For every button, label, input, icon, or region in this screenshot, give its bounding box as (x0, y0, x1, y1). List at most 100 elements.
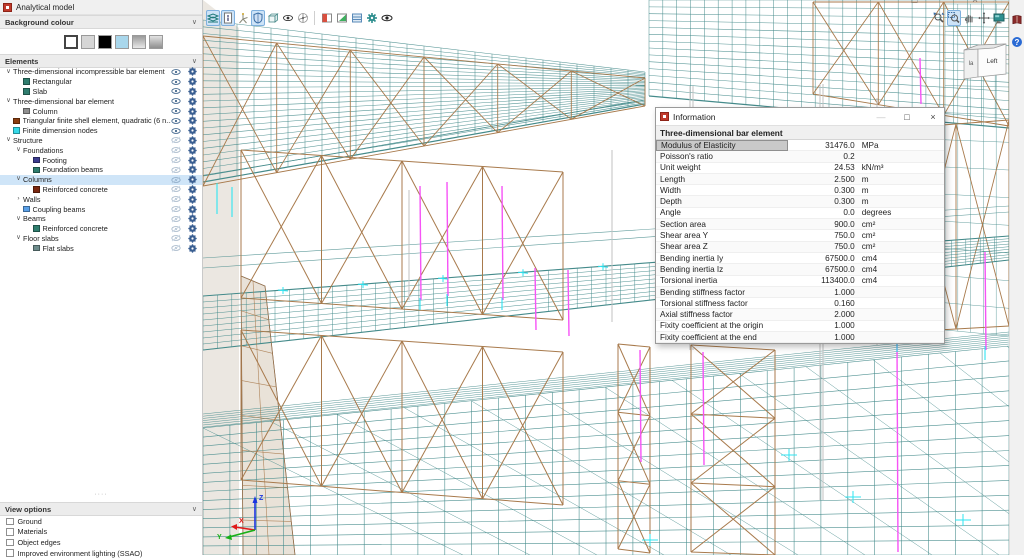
eye-hidden-icon[interactable] (171, 225, 181, 233)
property-row-shear-area-z[interactable]: Shear area Z 750.0 cm² (656, 242, 944, 253)
info-page-icon[interactable] (221, 10, 235, 26)
screen-icon[interactable] (992, 10, 1006, 26)
checkbox-unchecked[interactable] (6, 518, 14, 526)
eye-icon[interactable] (171, 127, 181, 135)
gear-icon[interactable] (188, 136, 197, 145)
solid-box-icon[interactable] (266, 10, 280, 26)
gear-icon[interactable] (188, 195, 197, 204)
eye-hidden-icon[interactable] (171, 195, 181, 203)
window-controls-partial[interactable]: □ × (911, 0, 1004, 6)
tree-item-rectangular[interactable]: Rectangular (0, 77, 202, 87)
tree-item-three-dimensional-incompressib[interactable]: ∨Three-dimensional incompressible bar el… (0, 67, 202, 77)
property-row-unit-weight[interactable]: Unit weight 24.53 kN/m³ (656, 163, 944, 174)
tree-item-walls[interactable]: ›Walls (0, 194, 202, 204)
view-options-header[interactable]: View options ∨ (0, 502, 202, 516)
expander-closed-icon[interactable]: › (14, 196, 23, 203)
checkbox-unchecked[interactable] (6, 528, 14, 536)
tree-item-footing[interactable]: Footing (0, 155, 202, 165)
tree-item-reinforced-concrete[interactable]: Reinforced concrete (0, 224, 202, 234)
property-row-bending-inertia-iz[interactable]: Bending inertia Iz 67500.0 cm4 (656, 264, 944, 275)
colour-swatch-black[interactable] (98, 35, 112, 49)
eye-hidden-icon[interactable] (171, 215, 181, 223)
property-row-fixity-coefficient-at-the-origin[interactable]: Fixity coefficient at the origin 1.000 (656, 321, 944, 332)
gear-icon[interactable] (188, 87, 197, 96)
maximize-button[interactable]: □ (896, 109, 918, 125)
tree-item-flat-slabs[interactable]: Flat slabs (0, 243, 202, 253)
expander-open-icon[interactable]: ∨ (14, 216, 23, 223)
property-row-angle[interactable]: Angle 0.0 degrees (656, 208, 944, 219)
gear-icon[interactable] (188, 156, 197, 165)
eye-icon[interactable] (171, 107, 181, 115)
expander-open-icon[interactable]: ∨ (14, 147, 23, 154)
gear-icon[interactable] (188, 214, 197, 223)
eye-hidden-icon[interactable] (171, 205, 181, 213)
property-row-bending-inertia-iy[interactable]: Bending inertia Iy 67500.0 cm4 (656, 253, 944, 264)
eye-icon[interactable] (171, 117, 181, 125)
tree-item-structure[interactable]: ∨Structure (0, 136, 202, 146)
property-row-torsional-stiffness-factor[interactable]: Torsional stiffness factor 0.160 (656, 298, 944, 309)
eye-hidden-icon[interactable] (171, 146, 181, 154)
eye-hidden-icon[interactable] (171, 176, 181, 184)
expander-open-icon[interactable]: ∨ (14, 176, 23, 183)
gear-icon[interactable] (188, 175, 197, 184)
property-row-depth[interactable]: Depth 0.300 m (656, 196, 944, 207)
property-row-torsional-inertia[interactable]: Torsional inertia 113400.0 cm4 (656, 276, 944, 287)
expander-open-icon[interactable]: ∨ (4, 98, 13, 105)
eye-icon[interactable] (171, 87, 181, 95)
tree-item-triangular-finite-shell-elemen[interactable]: Triangular finite shell element, quadrat… (0, 116, 202, 126)
book-icon[interactable] (1010, 12, 1024, 28)
gear-icon[interactable] (188, 244, 197, 253)
eye-hidden-icon[interactable] (171, 244, 181, 252)
tree-item-beams[interactable]: ∨Beams (0, 214, 202, 224)
property-row-shear-area-y[interactable]: Shear area Y 750.0 cm² (656, 230, 944, 241)
eye-hidden-icon[interactable] (171, 166, 181, 174)
close-button[interactable]: × (922, 109, 944, 125)
gear-icon[interactable] (188, 185, 197, 194)
gear-icon[interactable] (188, 165, 197, 174)
panel-splitter[interactable]: ···· (0, 492, 202, 498)
colour-swatch-light-blue[interactable] (115, 35, 129, 49)
colour-swatch-gradient-light-top[interactable] (149, 35, 163, 49)
checkbox-unchecked[interactable] (6, 549, 14, 557)
gear-icon[interactable] (188, 77, 197, 86)
tripod-icon[interactable] (236, 10, 250, 26)
eye-hidden-icon[interactable] (171, 185, 181, 193)
eye-hidden-icon[interactable] (171, 136, 181, 144)
view-cube[interactable]: Left la (958, 37, 1010, 81)
expander-open-icon[interactable]: ∨ (14, 235, 23, 242)
checkbox-unchecked[interactable] (6, 539, 14, 547)
tree-item-column[interactable]: Column (0, 106, 202, 116)
red-panel-icon[interactable] (320, 10, 334, 26)
background-colour-header[interactable]: Background colour ∨ (0, 15, 202, 29)
layers-icon[interactable] (206, 10, 220, 26)
green-panel-icon[interactable] (335, 10, 349, 26)
shield-icon[interactable] (251, 10, 265, 26)
gear-icon[interactable] (188, 67, 197, 76)
gear-icon[interactable] (188, 146, 197, 155)
property-row-axial-stiffness-factor[interactable]: Axial stiffness factor 2.000 (656, 309, 944, 320)
eye-hidden-icon[interactable] (171, 234, 181, 242)
gear-icon[interactable] (188, 205, 197, 214)
move-icon[interactable] (977, 10, 991, 26)
view-option-materials[interactable]: Materials (0, 527, 202, 538)
property-row-section-area[interactable]: Section area 900.0 cm² (656, 219, 944, 230)
minimize-button[interactable]: — (870, 109, 892, 125)
tree-item-slab[interactable]: Slab (0, 87, 202, 97)
gear-icon[interactable] (188, 116, 197, 125)
eye-icon[interactable] (171, 68, 181, 76)
orbit-eye-icon[interactable] (281, 10, 295, 26)
property-row-poisson-s-ratio[interactable]: Poisson's ratio 0.2 (656, 151, 944, 162)
tree-item-floor-slabs[interactable]: ∨Floor slabs (0, 234, 202, 244)
eye-hidden-icon[interactable] (171, 156, 181, 164)
colour-swatch-light-gray[interactable] (81, 35, 95, 49)
gear-icon[interactable] (188, 126, 197, 135)
eye-icon[interactable] (380, 10, 394, 26)
gear-icon[interactable] (188, 224, 197, 233)
view-option-improved-environment-lighting-ssao-[interactable]: Improved environment lighting (SSAO) (0, 548, 202, 558)
tree-item-foundations[interactable]: ∨Foundations (0, 145, 202, 155)
tree-item-coupling-beams[interactable]: Coupling beams (0, 204, 202, 214)
elements-header[interactable]: Elements ∨ (0, 54, 202, 68)
expander-open-icon[interactable]: ∨ (4, 69, 13, 76)
eye-icon[interactable] (171, 78, 181, 86)
teal-gear-icon[interactable] (365, 10, 379, 26)
